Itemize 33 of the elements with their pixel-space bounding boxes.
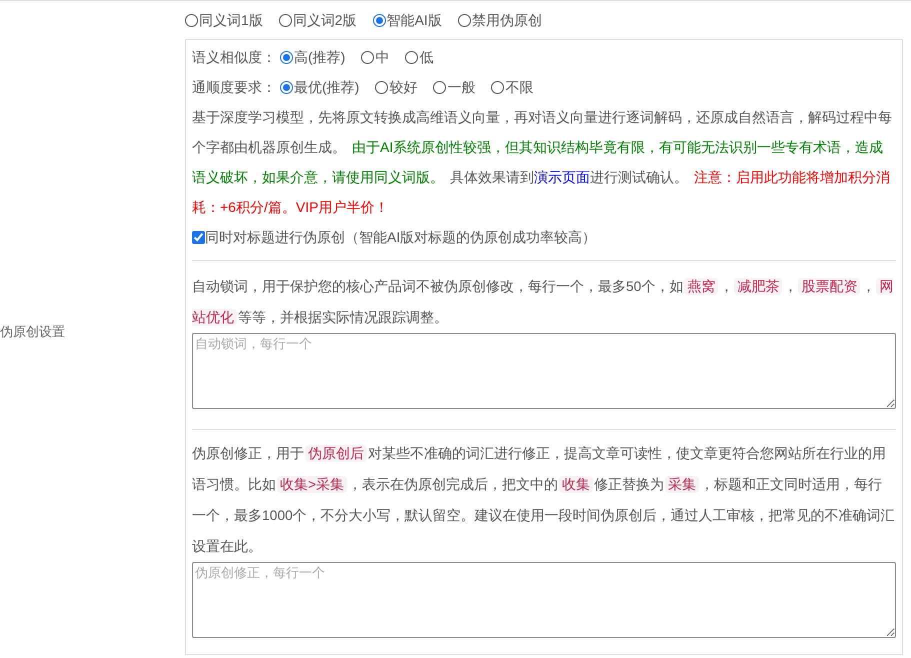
radio-button[interactable] [280, 50, 293, 64]
lock-words-text: 自动锁词，用于保护您的核心产品词不被伪原创修改，每行一个，最多50个，如 燕窝 ， 减肥茶 ， 股票配资 ， 网站优化 等等，并根据实际情况跟踪调整。 [192, 277, 894, 328]
radio-button[interactable] [433, 80, 446, 94]
lock-words-field[interactable]: 自动锁词，每行一个 [192, 333, 896, 409]
option-label: 一般 [447, 78, 476, 96]
radio-button[interactable] [372, 14, 386, 26]
radio-button[interactable] [491, 80, 504, 94]
similarity-label: 语义相似度： [192, 48, 276, 66]
side-label: 伪原创设置 [0, 323, 66, 341]
fluency-label: 通顺度要求： [192, 78, 276, 96]
radio-button[interactable] [280, 80, 293, 94]
option-label: 中 [375, 48, 390, 66]
option-label: 低 [419, 48, 434, 66]
option-label: 同义词1版 [199, 10, 263, 30]
option-label: 禁用伪原创 [472, 10, 542, 30]
radio-button[interactable] [185, 14, 198, 26]
radio-button[interactable] [375, 80, 388, 94]
option-label: 智能AI版 [386, 10, 442, 30]
demo-link[interactable]: 演示页面 [534, 169, 590, 185]
option-label: 不限 [505, 78, 534, 96]
option-label: 最优(推荐) [294, 78, 360, 97]
correction-field[interactable]: 伪原创修正，每行一个 [192, 562, 896, 638]
correction-text: 伪原创修正，用于 伪原创后 对某些不准确的词汇进行修正，提高文章可读性，使文章更符合您网站所在行业的用语习惯。比如 收集>采集 ，表示在伪原创完成后，把文中的 收集 修正替换为 采集 ，标题和正文同时适用，每行一个，最多1000个，不分大小写，默认留空。建议在使用一段时间伪原创后，通过人工审核，把常见的不准确词汇设置在此。 [192, 444, 896, 556]
option-label: 高(推荐) [294, 48, 346, 67]
option-label: 较好 [389, 78, 418, 96]
radio-button[interactable] [278, 14, 292, 26]
radio-button[interactable] [458, 14, 471, 26]
radio-button[interactable] [405, 50, 418, 64]
radio-button[interactable] [361, 50, 374, 64]
checkbox[interactable] [192, 230, 205, 244]
option-label: 同时对标题进行伪原创（智能AI版对标题的伪原创成功率较高） [205, 228, 596, 246]
description-text: 基于深度学习模型，先将原文转换成高维语义向量，再对语义向量进行逐词解码，还原成自然语言，解码过程中每个字都由机器原创生成。 由于AI系统原创性较强，但其知识结构毕竟有限，有可能无法识别一些专有术语，造成语义破坏，如果介意，请使用同义词版。 具体效果请到演示页面进行测试确认。 注意：启用此功能将增加积分消耗：+6积分/篇。VIP用户半价！ [192, 108, 893, 217]
option-label: 同义词2版 [292, 10, 357, 30]
